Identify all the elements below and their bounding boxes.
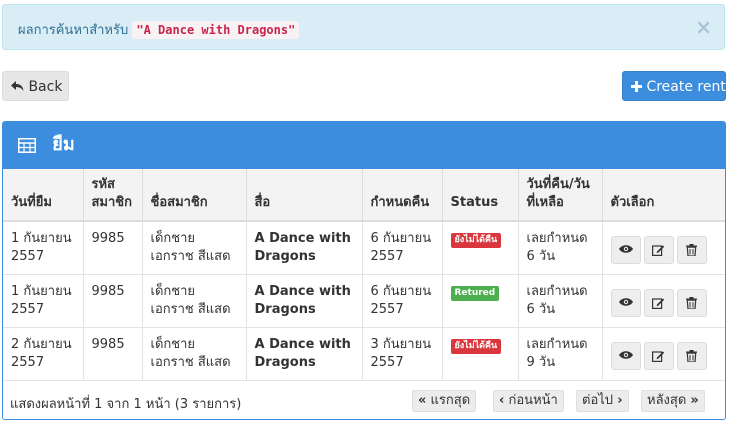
alert-prefix: ผลการค้นหาสำหรับ	[18, 23, 129, 38]
status-cell: ยังไม่ได้คืน	[442, 221, 519, 275]
media-title: A Dance with Dragons	[246, 274, 363, 328]
create-rent-label: Create rent	[646, 79, 726, 95]
borrow-date: 2 กันยายน 2557	[3, 327, 84, 381]
status-cell: Retured	[442, 274, 519, 328]
view-button[interactable]	[610, 289, 641, 317]
member-name: เด็กชาย เอกราช สีแสด	[142, 221, 247, 275]
edit-icon	[652, 245, 665, 256]
status-badge: ยังไม่ได้คืน	[450, 339, 502, 354]
edit-icon	[652, 351, 665, 362]
back-label: Back	[28, 79, 63, 95]
col-due-date[interactable]: กำหนดคืน	[362, 169, 443, 222]
chevron-left-icon: ‹	[499, 393, 505, 408]
member-id: 9985	[83, 274, 143, 328]
eye-icon	[618, 245, 633, 253]
rent-panel: ยืม วันที่ยืม รหัส สมาชิก ชื่อสมาชิก สื่…	[2, 121, 726, 420]
trash-icon	[686, 244, 697, 257]
edit-button[interactable]	[643, 236, 674, 264]
panel-title: ยืม	[52, 134, 75, 155]
due-date: 6 กันยายน 2557	[362, 274, 443, 328]
last-page-label: หลังสุด	[647, 393, 687, 408]
last-page-button[interactable]: หลังสุด »	[641, 390, 705, 412]
col-borrow-date[interactable]: วันที่ยืม	[3, 169, 84, 222]
eye-icon	[618, 298, 633, 306]
table-header-row: วันที่ยืม รหัส สมาชิก ชื่อสมาชิก สื่อ กำ…	[3, 169, 725, 222]
trash-icon	[686, 297, 697, 310]
prev-page-label: ก่อนหน้า	[508, 393, 558, 408]
delete-button[interactable]	[676, 289, 707, 317]
table-footer: แสดงผลหน้าที่ 1 จาก 1 หน้า (3 รายการ) « …	[3, 382, 725, 419]
options-cell	[602, 327, 725, 381]
remaining: เลยกำหนด 9 วัน	[518, 327, 603, 381]
member-name: เด็กชาย เอกราช สีแสด	[142, 327, 247, 381]
due-date: 3 กันยายน 2557	[362, 327, 443, 381]
table-row: 1 กันยายน 2557 9985 เด็กชาย เอกราช สีแสด…	[3, 274, 725, 328]
edit-button[interactable]	[643, 342, 674, 370]
eye-icon	[618, 351, 633, 359]
edit-button[interactable]	[643, 289, 674, 317]
member-id: 9985	[83, 327, 143, 381]
table-row: 2 กันยายน 2557 9985 เด็กชาย เอกราช สีแสด…	[3, 327, 725, 381]
delete-button[interactable]	[676, 236, 707, 264]
view-button[interactable]	[610, 342, 641, 370]
chevron-right-icon: ›	[617, 393, 623, 408]
search-result-alert: ผลการค้นหาสำหรับ "A Dance with Dragons" …	[2, 4, 725, 50]
edit-icon	[652, 298, 665, 309]
view-button[interactable]	[610, 236, 641, 264]
col-member-id[interactable]: รหัส สมาชิก	[83, 169, 143, 222]
col-remaining[interactable]: วันที่คืน/วันที่เหลือ	[518, 169, 603, 222]
first-page-button[interactable]: « แรกสุด	[412, 390, 477, 412]
double-chevron-right-icon: »	[690, 393, 699, 408]
options-cell	[602, 274, 725, 328]
status-badge: Retured	[450, 286, 500, 301]
create-rent-button[interactable]: Create rent	[622, 71, 726, 101]
col-status[interactable]: Status	[442, 169, 519, 222]
status-badge: ยังไม่ได้คืน	[450, 233, 502, 248]
status-cell: ยังไม่ได้คืน	[442, 327, 519, 381]
rent-table: วันที่ยืม รหัส สมาชิก ชื่อสมาชิก สื่อ กำ…	[3, 169, 725, 381]
col-member-name[interactable]: ชื่อสมาชิก	[142, 169, 247, 222]
member-name: เด็กชาย เอกราช สีแสด	[142, 274, 247, 328]
prev-page-button[interactable]: ‹ ก่อนหน้า	[493, 390, 564, 412]
due-date: 6 กันยายน 2557	[362, 221, 443, 275]
plus-icon	[631, 81, 642, 92]
next-page-button[interactable]: ต่อไป ›	[576, 390, 629, 412]
delete-button[interactable]	[676, 342, 707, 370]
table-row: 1 กันยายน 2557 9985 เด็กชาย เอกราช สีแสด…	[3, 221, 725, 275]
pagination-info: แสดงผลหน้าที่ 1 จาก 1 หน้า (3 รายการ)	[10, 397, 242, 412]
close-icon[interactable]: ×	[695, 17, 712, 37]
double-chevron-left-icon: «	[418, 393, 427, 408]
trash-icon	[686, 350, 697, 363]
member-id: 9985	[83, 221, 143, 275]
media-title: A Dance with Dragons	[246, 221, 363, 275]
borrow-date: 1 กันยายน 2557	[3, 274, 84, 328]
alert-message: ผลการค้นหาสำหรับ "A Dance with Dragons"	[18, 19, 300, 40]
remaining: เลยกำหนด 6 วัน	[518, 221, 603, 275]
reply-arrow-icon	[11, 81, 24, 91]
next-page-label: ต่อไป	[582, 393, 614, 408]
borrow-date: 1 กันยายน 2557	[3, 221, 84, 275]
first-page-label: แรกสุด	[430, 393, 471, 408]
options-cell	[602, 221, 725, 275]
table-icon	[18, 138, 36, 153]
col-media[interactable]: สื่อ	[246, 169, 363, 222]
col-options: ตัวเลือก	[602, 169, 725, 222]
search-query: "A Dance with Dragons"	[132, 21, 300, 39]
media-title: A Dance with Dragons	[246, 327, 363, 381]
remaining: เลยกำหนด 6 วัน	[518, 274, 603, 328]
back-button[interactable]: Back	[2, 71, 69, 101]
panel-header: ยืม	[3, 122, 725, 169]
